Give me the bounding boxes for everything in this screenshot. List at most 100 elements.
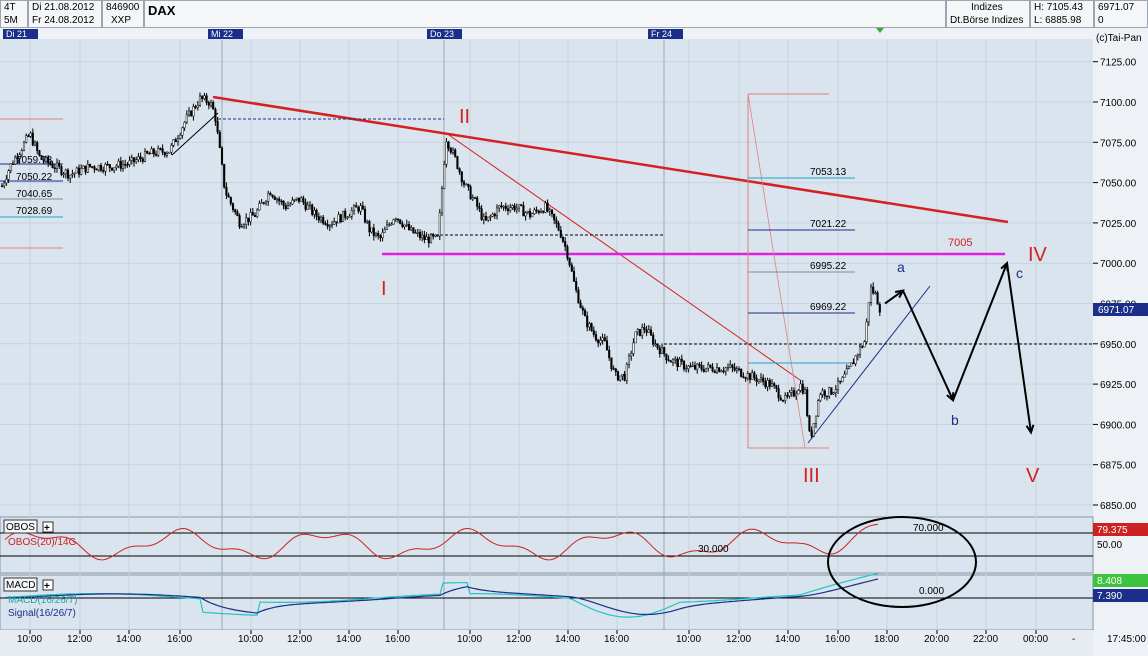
day-label: Fr 24 bbox=[651, 29, 672, 39]
candle-body bbox=[690, 366, 692, 367]
candle-body bbox=[72, 174, 74, 175]
candle-body bbox=[831, 388, 833, 394]
candle-body bbox=[85, 166, 87, 172]
candle-body bbox=[837, 381, 839, 390]
chart-area[interactable]: Di 21Mi 22Do 23Fr 24 7059.78 7050.22 704… bbox=[0, 0, 1148, 656]
candle-body bbox=[287, 206, 289, 209]
candle-body bbox=[239, 216, 241, 227]
candle-body bbox=[259, 203, 261, 210]
candle-body bbox=[762, 378, 764, 382]
candle-body bbox=[448, 142, 450, 148]
candle-body bbox=[122, 164, 124, 168]
candle-body bbox=[463, 182, 465, 185]
candle-body bbox=[228, 195, 230, 197]
candle-body bbox=[553, 214, 555, 220]
candle-body bbox=[175, 140, 177, 142]
candle-body bbox=[527, 211, 529, 213]
candle-body bbox=[91, 167, 93, 168]
candle-body bbox=[109, 164, 111, 167]
candle-body bbox=[564, 241, 566, 246]
candle-body bbox=[474, 198, 476, 199]
candle-body bbox=[815, 416, 817, 423]
candle-body bbox=[758, 380, 760, 382]
candle-body bbox=[703, 369, 705, 371]
candle-body bbox=[127, 164, 129, 165]
candle-body bbox=[67, 170, 69, 178]
candle-body bbox=[835, 390, 837, 393]
candle-body bbox=[421, 235, 423, 238]
candle-body bbox=[531, 214, 533, 217]
candle-body bbox=[270, 193, 272, 195]
candle-body bbox=[729, 365, 731, 367]
candle-body bbox=[406, 224, 408, 225]
price-tick-label: 6850.00 bbox=[1100, 501, 1137, 512]
candle-body bbox=[635, 332, 637, 343]
candle-body bbox=[743, 377, 745, 378]
candle-body bbox=[215, 109, 217, 121]
candle-body bbox=[864, 342, 866, 347]
candle-body bbox=[828, 388, 830, 397]
candle-body bbox=[567, 247, 569, 259]
candle-body bbox=[641, 327, 643, 335]
time-tick-label: 16:00 bbox=[604, 634, 629, 645]
candle-body bbox=[10, 164, 12, 171]
candle-body bbox=[791, 391, 793, 393]
candle-body bbox=[479, 206, 481, 208]
obos-level-30-label: 30.000 bbox=[698, 544, 729, 555]
candle-body bbox=[547, 203, 549, 211]
candle-body bbox=[144, 151, 146, 161]
candle-body bbox=[204, 96, 206, 99]
candle-body bbox=[820, 395, 822, 401]
candle-body bbox=[683, 361, 685, 369]
candle-body bbox=[644, 327, 646, 329]
candle-body bbox=[802, 384, 804, 393]
time-tick-label: - bbox=[1072, 634, 1075, 645]
candle-body bbox=[338, 215, 340, 223]
candle-body bbox=[331, 224, 333, 225]
candle-body bbox=[105, 164, 107, 171]
candle-body bbox=[393, 220, 395, 224]
candle-body bbox=[327, 224, 329, 226]
candle-body bbox=[404, 225, 406, 227]
candle-body bbox=[569, 258, 571, 265]
candle-body bbox=[443, 164, 445, 188]
candle-body bbox=[866, 322, 868, 342]
day-label: Mi 22 bbox=[211, 29, 233, 39]
candle-body bbox=[300, 198, 302, 202]
candle-body bbox=[714, 371, 716, 373]
candle-body bbox=[509, 208, 511, 211]
time-tick-label: 14:00 bbox=[116, 634, 141, 645]
candle-body bbox=[102, 170, 104, 171]
candle-body bbox=[353, 206, 355, 211]
candle-body bbox=[736, 369, 738, 370]
signal-value-label: 7.390 bbox=[1097, 591, 1122, 602]
time-tick-label: 10:00 bbox=[17, 634, 42, 645]
candle-body bbox=[597, 340, 599, 343]
obos-level-70-label: 70.000 bbox=[913, 523, 944, 534]
price-tick-label: 7100.00 bbox=[1100, 98, 1137, 109]
left-level-label-2: 7050.22 bbox=[16, 172, 53, 183]
candle-body bbox=[157, 148, 159, 155]
candle-body bbox=[179, 135, 181, 138]
candle-body bbox=[74, 173, 76, 174]
candle-body bbox=[149, 153, 151, 154]
candle-body bbox=[131, 158, 133, 161]
candle-body bbox=[822, 391, 824, 395]
candle-body bbox=[188, 111, 190, 115]
left-level-label-4: 7028.69 bbox=[16, 206, 53, 217]
price-tick-label: 6950.00 bbox=[1100, 340, 1137, 351]
right-level-label-4: 6969.22 bbox=[810, 302, 847, 313]
candle-body bbox=[503, 206, 505, 207]
candle-body bbox=[490, 216, 492, 217]
candle-body bbox=[738, 369, 740, 370]
wave-label-c: c bbox=[1016, 265, 1023, 281]
macd-title: MACD(16/26/7) bbox=[8, 595, 77, 606]
candle-body bbox=[732, 365, 734, 368]
candle-body bbox=[692, 365, 694, 366]
candle-body bbox=[798, 390, 800, 394]
candle-body bbox=[549, 210, 551, 211]
candle-body bbox=[657, 344, 659, 348]
candle-body bbox=[699, 364, 701, 365]
candle-body bbox=[472, 198, 474, 199]
candle-body bbox=[201, 96, 203, 99]
